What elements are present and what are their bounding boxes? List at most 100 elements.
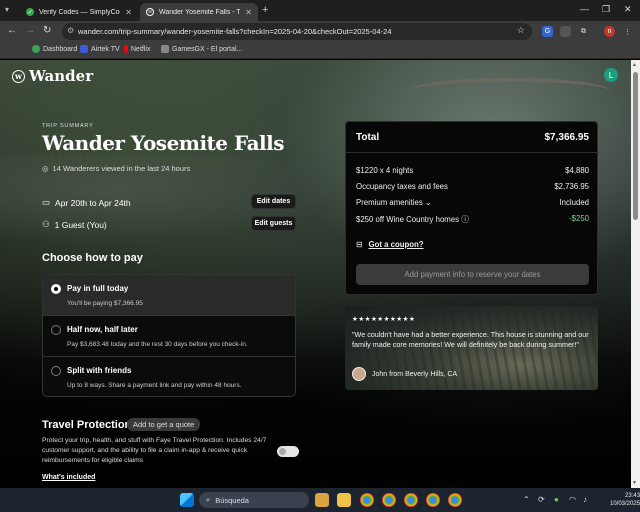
whats-included-link[interactable]: What's included xyxy=(42,474,95,481)
widgets-icon[interactable] xyxy=(315,493,329,507)
total-row: Total $7,366.95 xyxy=(346,122,599,153)
bookmark-gamesgx[interactable]: GamesGX - El portal... xyxy=(161,45,242,53)
start-windows-icon[interactable] xyxy=(180,493,194,507)
hero-bridge xyxy=(410,78,610,104)
line-amenities[interactable]: Premium amenities ⌄ Included xyxy=(356,198,589,207)
travel-protection-heading: Travel Protection xyxy=(42,419,132,431)
amenities-label-group: Premium amenities ⌄ xyxy=(356,198,431,207)
bookmark-label: Netflix xyxy=(131,45,151,53)
bookmark-netflix[interactable]: Netflix xyxy=(124,45,150,53)
close-window-icon[interactable]: ✕ xyxy=(624,4,632,15)
radio-selected[interactable] xyxy=(51,284,61,294)
clock-date: 10/03/2025 xyxy=(610,501,640,507)
profile-avatar[interactable]: n xyxy=(604,26,615,37)
back-icon[interactable]: ← xyxy=(7,25,17,36)
reviewer-avatar xyxy=(352,367,366,381)
edit-dates-button[interactable]: Edit dates xyxy=(251,194,296,209)
pay-option-split[interactable]: Split with friends Up to 8 ways. Share a… xyxy=(43,357,295,396)
bookmarks-bar: Dashboard Airtek TV Netflix GamesGX - El… xyxy=(0,42,640,59)
coupon-link[interactable]: Got a coupon? xyxy=(369,240,424,249)
viewed-count: ◎ 14 Wanderers viewed in the last 24 hou… xyxy=(42,164,190,173)
chrome-icon[interactable] xyxy=(426,493,440,507)
pay-option-half[interactable]: Half now, half later Pay $3,683.48 today… xyxy=(43,316,295,357)
bookmark-star-icon[interactable]: ☆ xyxy=(517,25,525,36)
option-title: Half now, half later xyxy=(67,325,138,334)
radio-unselected[interactable] xyxy=(51,325,61,335)
total-label: Total xyxy=(356,132,380,143)
scroll-thumb[interactable] xyxy=(633,72,638,220)
discount-label-group: $250 off Wine Country homes ⓘ xyxy=(356,214,469,225)
user-avatar[interactable]: L xyxy=(604,68,618,82)
edit-guests-button[interactable]: Edit guests xyxy=(251,216,296,231)
total-value: $7,366.95 xyxy=(544,132,590,143)
reviewer: John from Beverly Hills, CA xyxy=(352,367,457,381)
travel-protection-toggle[interactable] xyxy=(277,446,299,457)
tab-wander[interactable]: w Wander Yosemite Falls - Trip Su ✕ xyxy=(140,3,258,21)
netflix-icon xyxy=(124,45,128,53)
page-scrollbar[interactable]: ▲ ▼ xyxy=(631,60,640,488)
line-discount: $250 off Wine Country homes ⓘ -$250 xyxy=(356,214,589,225)
info-icon[interactable]: ⓘ xyxy=(461,215,469,224)
line-value: -$250 xyxy=(569,214,589,223)
wander-logo-icon: w xyxy=(12,69,25,83)
bookmark-dashboard[interactable]: Dashboard xyxy=(32,45,77,53)
minimize-icon[interactable]: — xyxy=(580,4,589,14)
reload-icon[interactable]: ↻ xyxy=(43,25,51,36)
review-card: ★★★★★★★★★★ "We couldn't have had a bette… xyxy=(345,306,598,390)
tab-search-icon[interactable]: ▾ xyxy=(5,5,9,14)
search-label: Búsqueda xyxy=(215,495,249,505)
bookmark-airtek[interactable]: Airtek TV xyxy=(80,45,120,53)
scroll-up-icon[interactable]: ▲ xyxy=(632,62,637,68)
bookmark-label: Airtek TV xyxy=(91,45,120,53)
url-text: wander.com/trip-summary/wander-yosemite-… xyxy=(78,27,392,36)
taskbar-search[interactable]: ⌕ Búsqueda xyxy=(199,492,309,508)
option-title: Pay in full today xyxy=(67,284,129,293)
guests-text: 1 Guest (You) xyxy=(54,219,107,230)
line-value: $4,880 xyxy=(565,166,589,175)
translate-extension-icon[interactable]: G xyxy=(542,26,553,37)
checkmark-icon: ✓ xyxy=(26,8,34,16)
forward-icon[interactable]: → xyxy=(25,25,35,36)
chrome-icon[interactable] xyxy=(382,493,396,507)
extension-icon[interactable] xyxy=(560,26,571,37)
chrome-icon[interactable] xyxy=(404,493,418,507)
sync-icon[interactable]: ⟳ xyxy=(538,495,545,504)
tab-title: Verify Codes — SimplyCodes xyxy=(39,8,120,16)
gamesgx-icon xyxy=(161,45,169,53)
viewed-text: 14 Wanderers viewed in the last 24 hours xyxy=(52,164,191,173)
app-tray-icon[interactable]: ● xyxy=(554,495,559,504)
trip-dates: ▭ Apr 20th to Apr 24th xyxy=(42,197,131,208)
tab-simplycodes[interactable]: ✓ Verify Codes — SimplyCodes ✕ xyxy=(20,3,138,21)
line-value: Included xyxy=(559,198,589,207)
scroll-down-icon[interactable]: ▼ xyxy=(632,480,637,486)
line-taxes: Occupancy taxes and fees $2,736.95 xyxy=(356,182,589,191)
close-tab-icon[interactable]: ✕ xyxy=(245,8,252,17)
radio-unselected[interactable] xyxy=(51,366,61,376)
chevron-up-icon[interactable]: ⌃ xyxy=(523,495,530,504)
volume-icon[interactable]: ♪ xyxy=(583,495,587,504)
file-explorer-icon[interactable] xyxy=(337,493,351,507)
price-summary-card: Total $7,366.95 $1220 x 4 nights $4,880 … xyxy=(345,121,599,295)
chrome-icon[interactable] xyxy=(448,493,462,507)
chrome-icon[interactable] xyxy=(360,493,374,507)
close-tab-icon[interactable]: ✕ xyxy=(125,8,132,17)
wander-logo[interactable]: w Wander xyxy=(12,67,93,85)
eye-icon: ◎ xyxy=(42,164,49,173)
wifi-icon[interactable]: ◠ xyxy=(569,495,576,504)
guests-icon: ⚇ xyxy=(42,219,50,229)
dates-text: Apr 20th to Apr 24th xyxy=(55,197,131,208)
toggle-knob xyxy=(279,448,286,455)
windows-taskbar: ⌕ Búsqueda ⌃ ⟳ ● ◠ ♪ 23:43 10/03/2025 xyxy=(0,488,640,512)
url-field[interactable]: ⚙ wander.com/trip-summary/wander-yosemit… xyxy=(62,23,532,40)
trip-summary-eyebrow: TRIP SUMMARY xyxy=(42,123,94,129)
site-info-icon[interactable]: ⚙ xyxy=(67,26,74,35)
new-tab-icon[interactable]: + xyxy=(262,4,268,16)
menu-kebab-icon[interactable]: ⋮ xyxy=(622,26,633,37)
chevron-down-icon[interactable]: ⌄ xyxy=(425,198,432,207)
logo-text: Wander xyxy=(29,67,94,85)
pay-option-full[interactable]: Pay in full today You'll be paying $7,36… xyxy=(43,275,295,316)
restore-icon[interactable]: ❐ xyxy=(602,4,610,15)
taskbar-clock[interactable]: 23:43 10/03/2025 xyxy=(610,492,640,508)
reserve-button[interactable]: Add payment info to reserve your dates xyxy=(356,264,589,285)
extensions-puzzle-icon[interactable]: ⧉ xyxy=(578,26,589,37)
